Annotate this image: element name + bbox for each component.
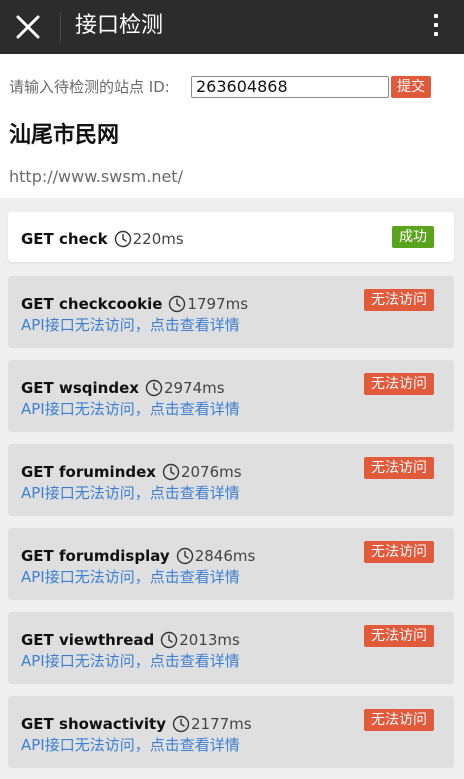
topbar-divider [60,12,61,42]
check-method-label: GET check [21,230,108,248]
clock-icon [114,230,132,248]
check-time: 2076ms [180,463,242,481]
check-card[interactable]: GET showactivity 2177ms API接口无法访问，点击查看详情 无法… [8,696,454,768]
check-method: GET checkcookie 1797ms [21,294,248,314]
page-title: 接口检测 [75,13,164,38]
check-time: 2013ms [179,631,240,649]
close-icon [16,15,40,39]
check-method-label: GET showactivity [21,715,166,733]
check-card: GET check 220ms 成功 [8,212,454,262]
clock-icon [172,715,190,733]
check-method-label: GET forumdisplay [21,547,170,565]
status-badge: 无法访问 [364,289,434,311]
check-method-label: GET checkcookie [21,295,163,313]
site-name: 汕尾市民网 [9,123,120,148]
check-time: 1797ms [187,295,249,313]
check-method-label: GET viewthread [21,631,155,649]
check-time: 2974ms [163,379,225,397]
status-badge: 无法访问 [364,457,434,479]
clock-icon [176,547,194,565]
check-method: GET forumdisplay 2846ms [21,546,255,566]
check-method-label: GET wsqindex [21,379,139,397]
check-method: GET forumindex 2076ms [21,462,242,482]
check-detail-link[interactable]: API接口无法访问，点击查看详情 [21,483,240,503]
check-time: 2177ms [190,715,252,733]
status-badge: 成功 [392,226,434,248]
status-badge: 无法访问 [364,709,434,731]
check-detail-link[interactable]: API接口无法访问，点击查看详情 [21,651,240,671]
check-method: GET viewthread 2013ms [21,630,240,650]
check-method: GET wsqindex 2974ms [21,378,225,398]
check-detail-link[interactable]: API接口无法访问，点击查看详情 [21,399,240,419]
top-bar: 接口检测 [0,0,464,54]
submit-button[interactable]: 提交 [391,76,431,98]
status-badge: 无法访问 [364,625,434,647]
close-button[interactable] [11,10,45,44]
check-method: GET showactivity 2177ms [21,714,252,734]
more-vertical-icon [426,14,446,36]
check-card[interactable]: GET viewthread 2013ms API接口无法访问，点击查看详情 无法访问 [8,612,454,684]
clock-icon [145,379,163,397]
clock-icon [160,631,178,649]
check-detail-link[interactable]: API接口无法访问，点击查看详情 [21,315,240,335]
check-method: GET check 220ms [21,229,184,249]
site-id-label: 请输入待检测的站点 ID: [9,78,170,96]
check-card[interactable]: GET forumdisplay 2846ms API接口无法访问，点击查看详情 无法… [8,528,454,600]
check-method-label: GET forumindex [21,463,156,481]
site-id-input[interactable] [191,76,389,98]
clock-icon [162,463,180,481]
site-url: http://www.swsm.net/ [9,167,183,186]
status-badge: 无法访问 [364,541,434,563]
check-detail-link[interactable]: API接口无法访问，点击查看详情 [21,567,240,587]
check-card[interactable]: GET wsqindex 2974ms API接口无法访问，点击查看详情 无法访问 [8,360,454,432]
check-time: 220ms [132,230,184,248]
more-options-button[interactable] [426,11,446,43]
check-card[interactable]: GET checkcookie 1797ms API接口无法访问，点击查看详情 无法访… [8,276,454,348]
status-badge: 无法访问 [364,373,434,395]
clock-icon [168,295,186,313]
check-detail-link[interactable]: API接口无法访问，点击查看详情 [21,735,240,755]
check-time: 2846ms [194,547,256,565]
check-card[interactable]: GET forumindex 2076ms API接口无法访问，点击查看详情 无法访问 [8,444,454,516]
